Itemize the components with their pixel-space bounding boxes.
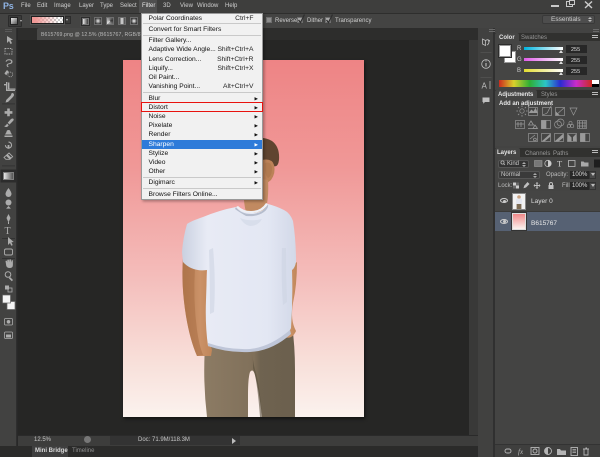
svg-text:A: A bbox=[482, 82, 488, 91]
svg-text:fx: fx bbox=[518, 448, 524, 456]
svg-text:T: T bbox=[557, 159, 563, 169]
svg-text:T: T bbox=[5, 226, 11, 237]
